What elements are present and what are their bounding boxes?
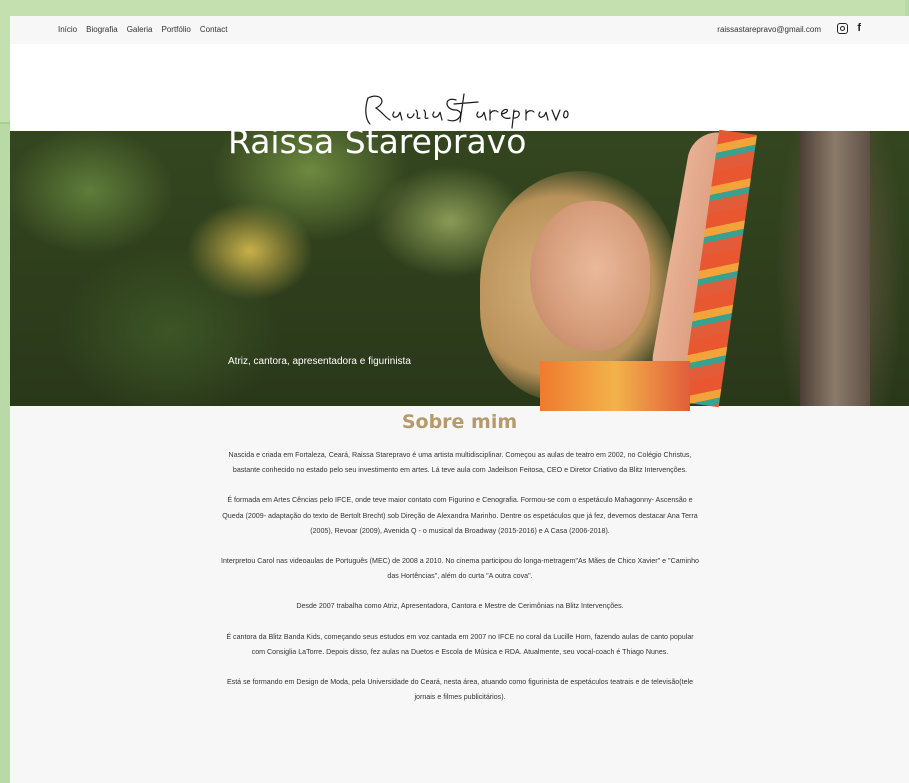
- social-links: f: [837, 23, 861, 34]
- hero-banner: [10, 127, 909, 411]
- about-paragraph: Desde 2007 trabalha como Atriz, Apresent…: [296, 602, 624, 611]
- facebook-icon[interactable]: f: [857, 23, 861, 34]
- hero-tree-trunk: [800, 131, 870, 406]
- website-window: Início Biografia Galeria Portfólio Conta…: [10, 16, 909, 783]
- nav-item-galeria[interactable]: Galeria: [127, 25, 153, 34]
- hero-photo-face: [530, 201, 650, 351]
- about-section: Nascida e criada em Fortaleza, Ceará, Ra…: [220, 448, 700, 720]
- nav-item-biografia[interactable]: Biografia: [86, 25, 118, 34]
- about-paragraph: Nascida e criada em Fortaleza, Ceará, Ra…: [228, 451, 692, 475]
- hero-title: Raissa Starepravo: [228, 122, 527, 161]
- nav-item-inicio[interactable]: Início: [58, 25, 77, 34]
- about-paragraph: Está se formando em Design de Moda, pela…: [226, 678, 694, 702]
- about-paragraph: É cantora da Blitz Banda Kids, começando…: [226, 632, 694, 656]
- hero-photo-dress: [540, 361, 690, 411]
- site-header: [10, 44, 909, 132]
- about-paragraph: É formada em Artes Cências pelo IFCE, on…: [222, 496, 698, 535]
- top-bar: Início Biografia Galeria Portfólio Conta…: [10, 16, 909, 44]
- hero-subtitle: Atriz, cantora, apresentadora e figurini…: [228, 356, 411, 367]
- about-title: Sobre mim: [401, 411, 518, 433]
- instagram-icon[interactable]: [837, 23, 849, 34]
- contact-email-link[interactable]: raissastarepravo@gmail.com: [717, 25, 821, 34]
- about-paragraph: Interpretou Carol nas videoaulas de Port…: [221, 557, 699, 581]
- main-nav: Início Biografia Galeria Portfólio Conta…: [58, 25, 227, 34]
- nav-item-portfolio[interactable]: Portfólio: [162, 25, 191, 34]
- nav-item-contact[interactable]: Contact: [200, 25, 228, 34]
